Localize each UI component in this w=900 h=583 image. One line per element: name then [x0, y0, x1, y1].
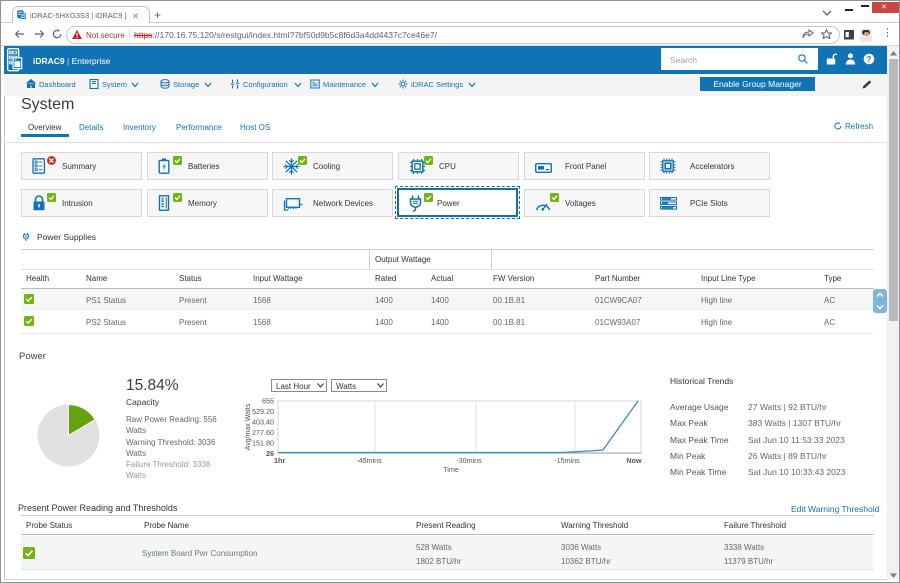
svg-text:529.20: 529.20 [252, 407, 274, 416]
svg-text:-45mins: -45mins [356, 456, 382, 465]
svg-text:403.40: 403.40 [252, 418, 274, 427]
svg-text:Now: Now [626, 456, 642, 465]
svg-text:-15mins: -15mins [554, 456, 580, 465]
svg-text:Avg/max Watts: Avg/max Watts [245, 403, 252, 450]
svg-text:655: 655 [262, 397, 274, 406]
svg-text:277.60: 277.60 [252, 428, 274, 437]
svg-text:?: ? [867, 55, 872, 64]
svg-text:Time: Time [443, 465, 459, 473]
svg-text:-30mins: -30mins [456, 456, 482, 465]
svg-text:1hr: 1hr [274, 456, 285, 465]
svg-text:26: 26 [266, 449, 274, 458]
svg-text:151.80: 151.80 [252, 438, 274, 447]
